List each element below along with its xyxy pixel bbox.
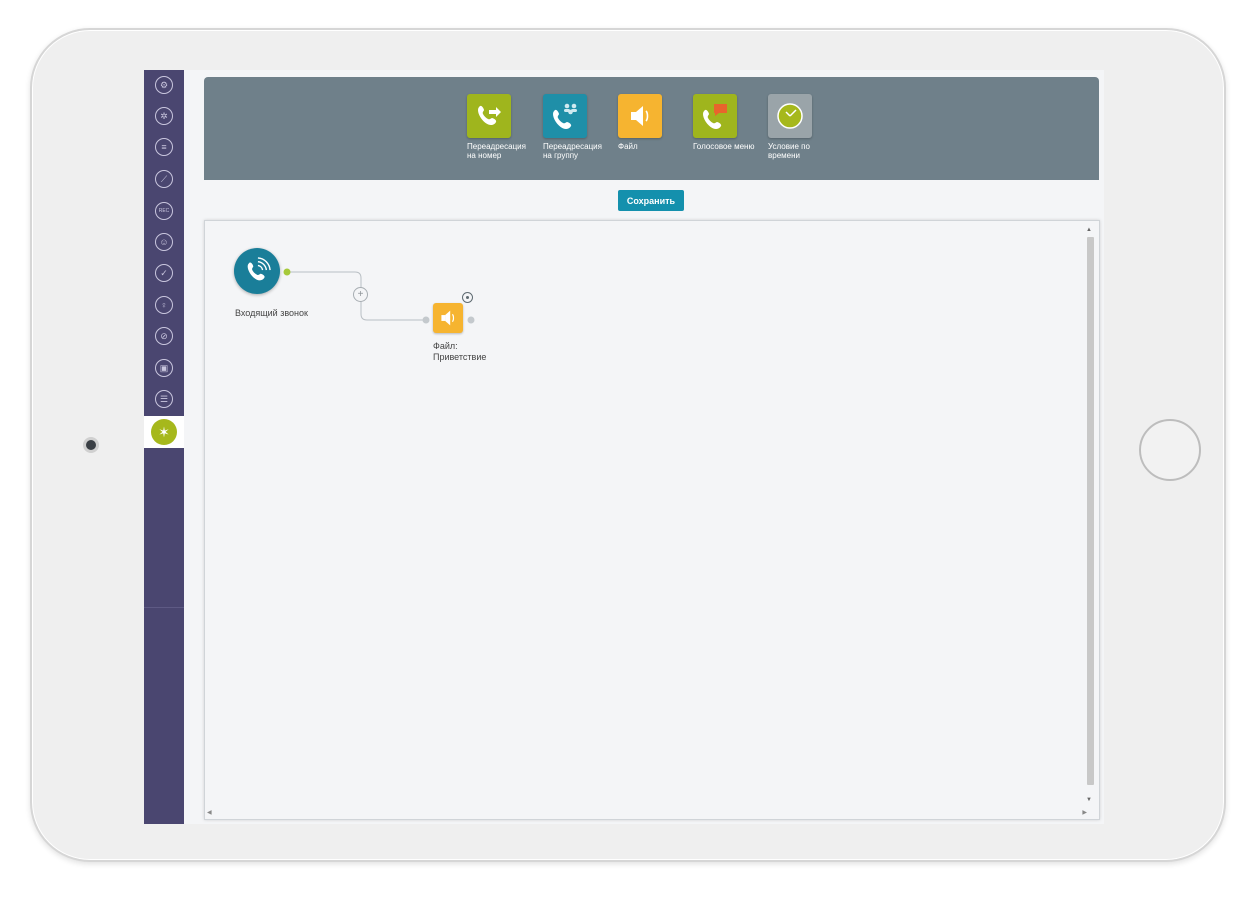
- sidebar-item-rec[interactable]: REC: [144, 196, 184, 226]
- sidebar-item-routing[interactable]: ✶: [144, 416, 184, 448]
- horizontal-scrollbar[interactable]: ◀ ▶: [207, 809, 1087, 817]
- vertical-scrollbar[interactable]: ▲ ▼: [1085, 227, 1095, 807]
- clock-icon: [768, 94, 812, 138]
- flow-canvas[interactable]: Входящий звонок + Файл: Приветствие ▲ ▼ …: [204, 220, 1100, 820]
- tool-forward-number[interactable]: Переадресация на номер: [467, 94, 537, 160]
- incoming-call-label: Входящий звонок: [235, 308, 308, 318]
- tool-label: Файл: [618, 142, 638, 151]
- scroll-left-icon[interactable]: ◀: [207, 809, 212, 816]
- chart-icon: ⟋: [155, 170, 173, 188]
- user-icon: ☺: [155, 233, 173, 251]
- tool-label: Переадресация на номер: [467, 142, 526, 160]
- no-call-icon: ⊘: [155, 327, 173, 345]
- scroll-up-icon[interactable]: ▲: [1086, 227, 1092, 233]
- scrollbar-thumb[interactable]: [1087, 237, 1094, 785]
- remove-node-icon[interactable]: [462, 292, 473, 303]
- home-button[interactable]: [1139, 419, 1201, 481]
- scroll-right-icon[interactable]: ▶: [1082, 809, 1087, 816]
- speaker-icon: [441, 310, 455, 326]
- chat-icon: ≡: [155, 138, 173, 156]
- sidebar-divider: [144, 607, 184, 608]
- microphone-icon: ♀: [155, 296, 173, 314]
- shield-check-icon: ✓: [155, 264, 173, 282]
- element-toolbar: Переадресация на номер Переадресация на …: [204, 77, 1099, 180]
- speaker-icon: [618, 94, 662, 138]
- add-node-button[interactable]: +: [353, 287, 368, 302]
- tool-voice-menu[interactable]: Голосовое меню: [693, 94, 763, 151]
- sidebar-item-user[interactable]: ☺: [144, 227, 184, 257]
- incoming-call-node[interactable]: [234, 248, 280, 294]
- gear-icon: ✲: [155, 107, 173, 125]
- scroll-down-icon[interactable]: ▼: [1086, 797, 1092, 803]
- tool-forward-group[interactable]: Переадресация на группу: [543, 94, 613, 160]
- plus-icon: +: [357, 288, 364, 300]
- rec-text: REC: [158, 207, 170, 214]
- sidebar-item-gear[interactable]: ✲: [144, 101, 184, 131]
- list-icon: ☰: [155, 390, 173, 408]
- phone-ringing-icon: [247, 257, 271, 281]
- camera: [83, 437, 99, 453]
- sidebar-item-no-call[interactable]: ⊘: [144, 321, 184, 351]
- settings-icon: ⚙: [155, 76, 173, 94]
- tool-label: Переадресация на группу: [543, 142, 602, 160]
- phone-chat-icon: [693, 94, 737, 138]
- tool-file[interactable]: Файл: [618, 94, 688, 151]
- tool-time-condition[interactable]: Условие по времени: [768, 94, 838, 160]
- sidebar-item-chart[interactable]: ⟋: [144, 164, 184, 194]
- sidebar: ⚙ ✲ ≡ ⟋ REC ☺ ✓ ♀ ⊘ ▣ ☰ ✶: [144, 70, 184, 824]
- screen: ⚙ ✲ ≡ ⟋ REC ☺ ✓ ♀ ⊘ ▣ ☰ ✶ Переадресация …: [144, 70, 1104, 824]
- tool-label: Голосовое меню: [693, 142, 755, 151]
- flow-connectors: [283, 268, 475, 324]
- magic-wand-icon: ✶: [151, 419, 177, 445]
- phone-group-icon: [543, 94, 587, 138]
- sidebar-item-shield[interactable]: ✓: [144, 258, 184, 288]
- wallet-icon: ▣: [155, 359, 173, 377]
- sidebar-item-list[interactable]: ☰: [144, 384, 184, 414]
- tool-label: Условие по времени: [768, 142, 810, 160]
- sidebar-item-chat[interactable]: ≡: [144, 132, 184, 162]
- save-button[interactable]: Сохранить: [618, 190, 684, 211]
- sidebar-item-wallet[interactable]: ▣: [144, 353, 184, 383]
- rec-icon: REC: [155, 202, 173, 220]
- phone-forward-icon: [467, 94, 511, 138]
- sidebar-item-microphone[interactable]: ♀: [144, 290, 184, 320]
- file-node[interactable]: [433, 303, 463, 333]
- sidebar-item-settings[interactable]: ⚙: [144, 70, 184, 100]
- file-node-label: Файл: Приветствие: [433, 341, 487, 362]
